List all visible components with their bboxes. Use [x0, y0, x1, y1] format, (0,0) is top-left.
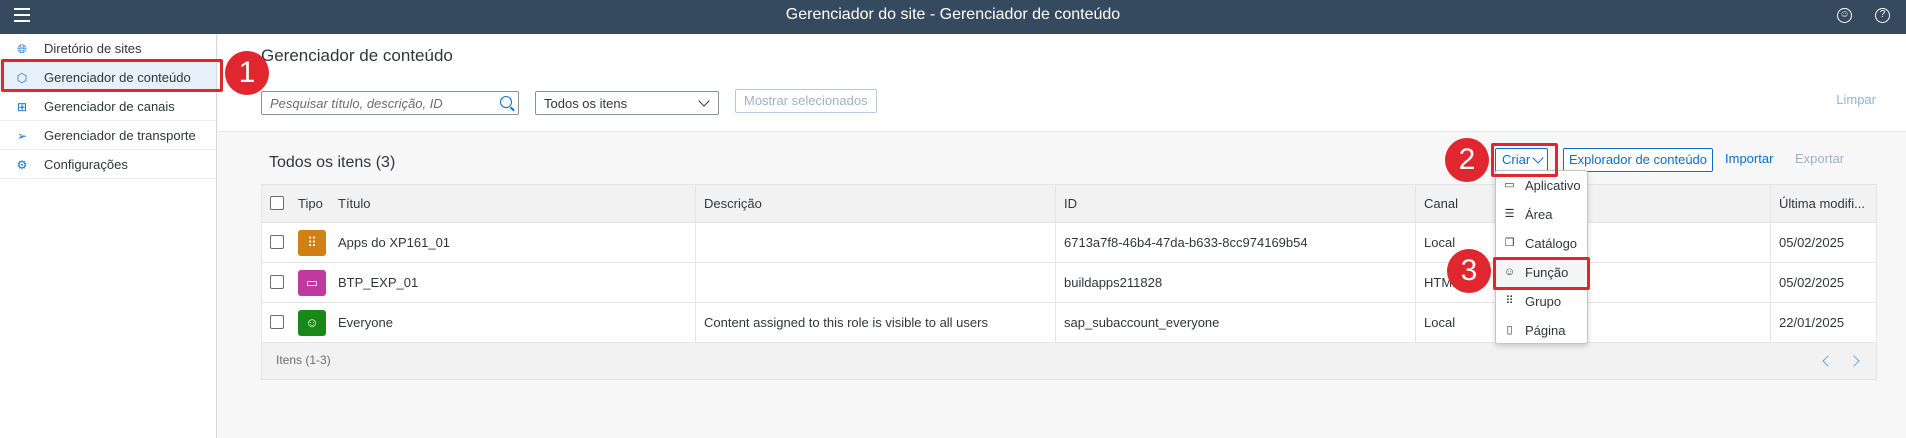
help-icon[interactable]: ?	[1875, 8, 1890, 23]
show-selected-button[interactable]: Mostrar selecionados	[735, 89, 877, 113]
step-badge-3: 3	[1447, 249, 1491, 293]
chevron-right-icon[interactable]	[1848, 355, 1860, 367]
row-modified: 05/02/2025	[1770, 263, 1876, 302]
items-title: Todos os itens (3)	[269, 154, 396, 171]
column-header-title[interactable]: Título	[330, 185, 690, 222]
sidebar-item-label: Configurações	[44, 157, 128, 172]
column-header-modified[interactable]: Última modifi...	[1770, 185, 1876, 222]
globe-icon: 🌐︎	[17, 42, 27, 56]
table-header-row: Tipo Título Descrição ID Canal Última mo…	[262, 185, 1876, 223]
page-title: Gerenciador de conteúdo	[261, 46, 453, 65]
page-icon: ▯	[1506, 324, 1513, 336]
row-checkbox[interactable]	[270, 235, 284, 249]
filter-select[interactable]: Todos os itens	[535, 91, 719, 115]
sidebar-item-channel-manager[interactable]: ⊞ Gerenciador de canais	[0, 92, 216, 121]
group-grid-icon: ⠿	[1505, 295, 1514, 307]
menu-item-label: Catálogo	[1525, 236, 1578, 251]
import-button[interactable]: Importar	[1725, 148, 1773, 172]
row-id: 6713a7f8-46b4-47da-b633-8cc974169b54	[1055, 223, 1415, 262]
sidebar-item-label: Diretório de sites	[44, 41, 142, 56]
row-title: BTP_EXP_01	[338, 275, 419, 290]
items-table: Tipo Título Descrição ID Canal Última mo…	[261, 184, 1877, 380]
chevron-left-icon[interactable]	[1822, 355, 1834, 367]
table-footer: Itens (1-3)	[262, 343, 1876, 379]
table-row[interactable]: ⠿ Apps do XP161_01 6713a7f8-46b4-47da-b6…	[262, 223, 1876, 263]
menu-item-group[interactable]: ⠿ Grupo	[1496, 287, 1587, 316]
row-modified: 22/01/2025	[1770, 303, 1876, 342]
column-header-type[interactable]: Tipo	[290, 185, 330, 222]
row-id: sap_subaccount_everyone	[1055, 303, 1415, 342]
table-row[interactable]: ▭ BTP_EXP_01 buildapps211828 HTML 05/02/…	[262, 263, 1876, 303]
row-description: Content assigned to this role is visible…	[695, 303, 1055, 342]
highlight-box-step3	[1493, 257, 1590, 290]
catalog-icon: ❐	[1504, 237, 1515, 249]
export-button[interactable]: Exportar	[1795, 148, 1844, 172]
hierarchy-icon: ⊞	[16, 100, 28, 114]
menu-item-label: Página	[1525, 323, 1566, 338]
row-description	[695, 263, 1055, 302]
window-icon: ▭	[298, 270, 326, 296]
row-description	[695, 223, 1055, 262]
row-title: Everyone	[338, 315, 393, 330]
highlight-box-step1	[1, 59, 223, 92]
area-icon: ☰	[1504, 208, 1515, 220]
apps-grid-icon: ⠿	[298, 230, 326, 256]
row-checkbox[interactable]	[270, 275, 284, 289]
table-row[interactable]: ☺ Everyone Content assigned to this role…	[262, 303, 1876, 343]
filter-value: Todos os itens	[544, 96, 628, 111]
step-badge-1: 1	[225, 51, 269, 95]
step-badge-2: 2	[1445, 138, 1489, 182]
chevron-down-icon	[698, 95, 710, 107]
paper-plane-icon: ➢	[16, 129, 28, 143]
gears-icon: ⚙	[16, 158, 28, 172]
menu-item-page[interactable]: ▯ Página	[1496, 316, 1587, 345]
sidebar-item-settings[interactable]: ⚙ Configurações	[0, 150, 216, 179]
user-icon[interactable]: ☺	[1837, 8, 1852, 23]
column-header-id[interactable]: ID	[1055, 185, 1415, 222]
menu-item-label: Área	[1525, 207, 1553, 222]
items-count: Itens (1-3)	[276, 353, 331, 367]
menu-item-label: Grupo	[1525, 294, 1562, 309]
row-modified: 05/02/2025	[1770, 223, 1876, 262]
sidebar-item-label: Gerenciador de canais	[44, 99, 175, 114]
column-header-description[interactable]: Descrição	[695, 185, 1055, 222]
search-placeholder: Pesquisar título, descrição, ID	[270, 96, 443, 111]
row-checkbox[interactable]	[270, 315, 284, 329]
row-id: buildapps211828	[1055, 263, 1415, 302]
search-input[interactable]: Pesquisar título, descrição, ID	[261, 91, 519, 115]
content-explorer-button[interactable]: Explorador de conteúdo	[1563, 148, 1713, 172]
clear-button[interactable]: Limpar	[1836, 92, 1876, 107]
menu-item-area[interactable]: ☰ Área	[1496, 200, 1587, 229]
sidebar-item-label: Gerenciador de transporte	[44, 128, 196, 143]
sidebar: 🌐︎ Diretório de sites ⬡ Gerenciador de c…	[0, 34, 217, 438]
select-all-checkbox[interactable]	[270, 196, 284, 210]
shell-bar: Gerenciador do site - Gerenciador de con…	[0, 0, 1906, 34]
page-header: Gerenciador de conteúdo Pesquisar título…	[218, 34, 1906, 132]
sidebar-item-transport-manager[interactable]: ➢ Gerenciador de transporte	[0, 121, 216, 150]
menu-item-catalog[interactable]: ❐ Catálogo	[1496, 229, 1587, 258]
menu-item-label: Aplicativo	[1525, 178, 1581, 193]
row-title: Apps do XP161_01	[338, 235, 451, 250]
role-icon: ☺	[298, 310, 326, 336]
window-icon: ▭	[1504, 179, 1515, 191]
shell-title: Gerenciador do site - Gerenciador de con…	[785, 6, 1121, 23]
highlight-box-step2	[1491, 143, 1558, 177]
content-panel: Todos os itens (3) Criar Explorador de c…	[261, 140, 1877, 380]
search-icon[interactable]	[500, 96, 512, 108]
